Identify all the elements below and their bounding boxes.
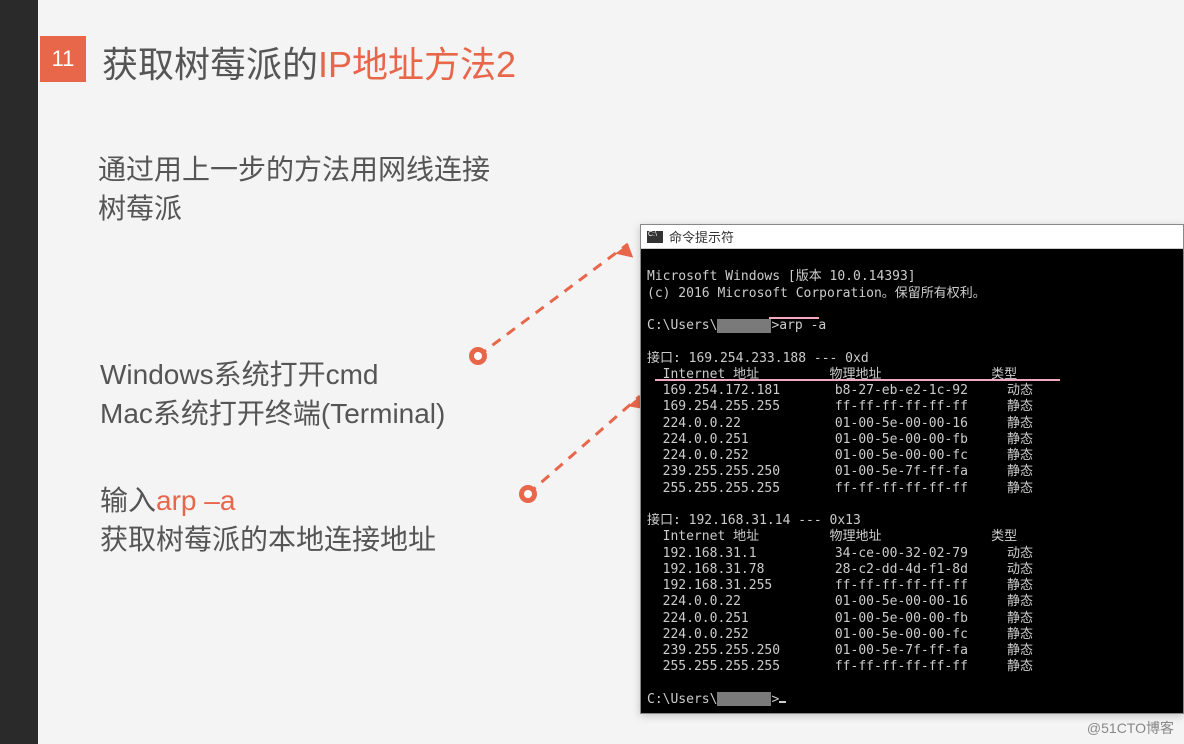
iface2-row-2: 192.168.31.255 ff-ff-ff-ff-ff-ff 静态	[647, 578, 1033, 593]
highlight-underline-row	[655, 379, 1060, 381]
slide-number-badge: 11	[40, 36, 86, 82]
iface2-header: 接口: 192.168.31.14 --- 0x13	[647, 513, 861, 528]
iface2-row-1: 192.168.31.78 28-c2-dd-4d-f1-8d 动态	[647, 562, 1033, 577]
cursor-icon	[779, 701, 786, 703]
cmd-prompt1-prefix: C:\Users\	[647, 318, 717, 333]
cmd-window: 命令提示符 Microsoft Windows [版本 10.0.14393] …	[640, 224, 1184, 714]
para3-accent: arp –a	[156, 485, 235, 516]
cmd-after: >arp -a	[771, 318, 826, 333]
iface2-row-6: 239.255.255.250 01-00-5e-7f-ff-fa 静态	[647, 643, 1033, 658]
para2-line1: Windows系统打开cmd	[100, 359, 378, 390]
cmd-titlebar[interactable]: 命令提示符	[641, 225, 1183, 249]
col-header-2: Internet 地址 物理地址 类型	[647, 529, 1017, 544]
cmd-line2: (c) 2016 Microsoft Corporation。保留所有权利。	[647, 286, 986, 301]
para1-line2: 树莓派	[98, 193, 182, 224]
watermark: @51CTO博客	[1087, 718, 1174, 738]
iface2-row-7: 255.255.255.255 ff-ff-ff-ff-ff-ff 静态	[647, 659, 1033, 674]
cmd-icon	[647, 231, 663, 243]
title-black: 获取树莓派的	[102, 44, 318, 85]
iface1-row-5: 239.255.255.250 01-00-5e-7f-ff-fa 静态	[647, 464, 1033, 479]
iface1-row-4: 224.0.0.252 01-00-5e-00-00-fc 静态	[647, 448, 1033, 463]
iface2-row-5: 224.0.0.252 01-00-5e-00-00-fc 静态	[647, 627, 1033, 642]
arrow-1	[460, 222, 660, 382]
iface1-row-1: 169.254.255.255 ff-ff-ff-ff-ff-ff 静态	[647, 399, 1033, 414]
cmd-prompt2-prefix: C:\Users\	[647, 692, 717, 707]
redacted-user-2	[717, 692, 771, 706]
iface1-row-2: 224.0.0.22 01-00-5e-00-00-16 静态	[647, 416, 1033, 431]
para1-line1: 通过用上一步的方法用网线连接	[98, 154, 490, 185]
cmd-prompt2-suffix: >	[771, 692, 779, 707]
para3-line2: 获取树莓派的本地连接地址	[100, 524, 436, 555]
iface1-header: 接口: 169.254.233.188 --- 0xd	[647, 351, 869, 366]
left-black-bar	[0, 0, 38, 744]
cmd-title: 命令提示符	[669, 227, 734, 246]
cmd-line1: Microsoft Windows [版本 10.0.14393]	[647, 269, 916, 284]
highlight-underline-cmd	[769, 317, 819, 319]
title-accent: IP地址方法2	[318, 44, 516, 85]
slide-title: 获取树莓派的IP地址方法2	[102, 36, 516, 88]
iface1-row-3: 224.0.0.251 01-00-5e-00-00-fb 静态	[647, 432, 1033, 447]
iface2-row-3: 224.0.0.22 01-00-5e-00-00-16 静态	[647, 594, 1033, 609]
iface2-row-4: 224.0.0.251 01-00-5e-00-00-fb 静态	[647, 611, 1033, 626]
para3-prefix: 输入	[100, 485, 156, 516]
redacted-user-1	[717, 319, 771, 333]
para2-line2: Mac系统打开终端(Terminal)	[100, 398, 445, 429]
iface1-row-0: 169.254.172.181 b8-27-eb-e2-1c-92 动态	[647, 383, 1033, 398]
cmd-body[interactable]: Microsoft Windows [版本 10.0.14393] (c) 20…	[641, 249, 1183, 713]
paragraph-3: 输入arp –a 获取树莓派的本地连接地址	[100, 481, 436, 559]
iface1-row-6: 255.255.255.255 ff-ff-ff-ff-ff-ff 静态	[647, 481, 1033, 496]
paragraph-1: 通过用上一步的方法用网线连接 树莓派	[98, 150, 490, 228]
iface2-row-0: 192.168.31.1 34-ce-00-32-02-79 动态	[647, 546, 1033, 561]
paragraph-2: Windows系统打开cmd Mac系统打开终端(Terminal)	[100, 355, 445, 433]
